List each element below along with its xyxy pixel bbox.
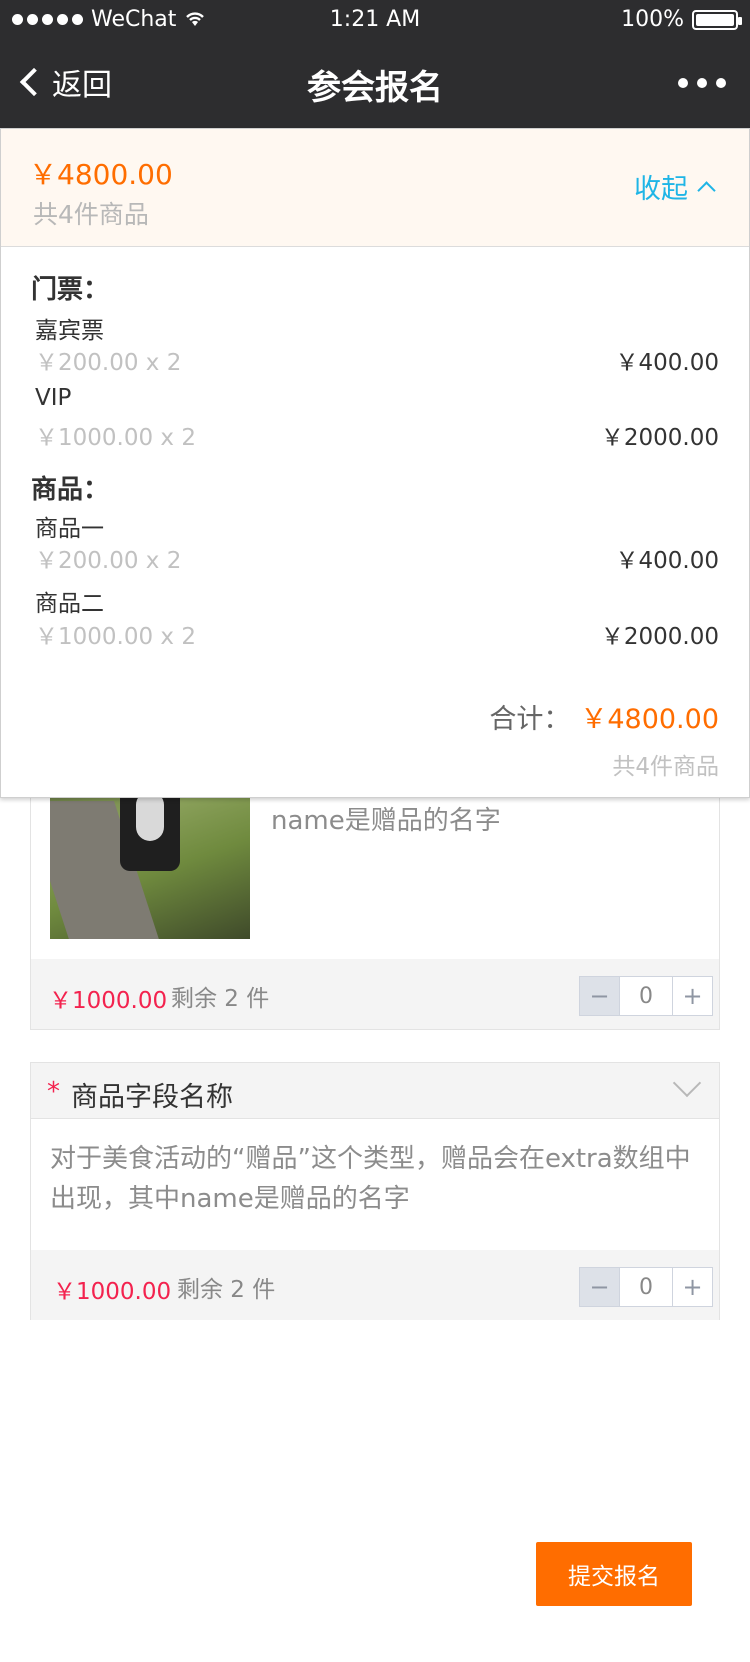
line-item-unit: ￥200.00 x 2: [35, 350, 182, 376]
chevron-up-icon: [697, 181, 716, 200]
more-dot-icon: [678, 78, 688, 88]
more-menu-button[interactable]: [678, 78, 726, 88]
product-price: ￥1000.00: [53, 1279, 172, 1305]
section-title-tickets: 门票：: [31, 275, 110, 305]
required-mark: *: [47, 1077, 60, 1107]
line-item-name: 商品二: [35, 591, 104, 617]
line-item-name: 嘉宾票: [35, 318, 104, 344]
increment-button[interactable]: +: [672, 977, 712, 1015]
page-title: 参会报名: [307, 68, 443, 108]
chevron-down-icon[interactable]: [672, 1068, 702, 1098]
order-summary-panel: ￥4800.00 共4件商品 收起 门票： 嘉宾票 ￥200.00 x 2 ￥4…: [0, 128, 750, 798]
summary-header: ￥4800.00 共4件商品 收起: [1, 129, 749, 247]
line-item-name: VIP: [35, 385, 72, 411]
product-field-title: 商品字段名称: [71, 1082, 233, 1113]
battery-fill: [696, 13, 734, 26]
line-item-subtotal: ￥2000.00: [600, 425, 719, 451]
quantity-value[interactable]: 0: [620, 1268, 672, 1306]
product-field-description: 对于美食活动的“赠品”这个类型，赠品会在extra数组中出现，其中name是赠品…: [50, 1144, 691, 1214]
navigation-bar: 返回 参会报名: [0, 40, 750, 128]
product-remaining: 剩余 2 件: [171, 986, 270, 1012]
sum-value: ￥4800.00: [580, 704, 719, 735]
product-card: 赠品会在extra数组中出现，其中name是赠品的名字 ￥1000.00 剩余 …: [30, 760, 720, 1030]
collapse-label: 收起: [634, 174, 688, 205]
product-field-header[interactable]: * 商品字段名称: [31, 1063, 719, 1119]
line-item-subtotal: ￥400.00: [615, 548, 719, 574]
line-item-subtotal: ￥400.00: [615, 350, 719, 376]
quantity-stepper: − 0 +: [579, 976, 713, 1016]
line-item-unit: ￥1000.00 x 2: [35, 624, 196, 650]
more-dot-icon: [716, 78, 726, 88]
sum-line: 合计： ￥4800.00: [489, 697, 719, 736]
sum-label: 合计：: [489, 704, 571, 735]
product-footer: ￥1000.00 剩余 2 件 − 0 +: [31, 959, 719, 1029]
product-field-footer: ￥1000.00 剩余 2 件 − 0 +: [31, 1250, 719, 1320]
product-remaining: 剩余 2 件: [177, 1277, 276, 1303]
battery-icon: [692, 9, 742, 30]
quantity-value[interactable]: 0: [620, 977, 672, 1015]
status-bar: WeChat 1:21 AM 100%: [0, 0, 750, 40]
increment-button[interactable]: +: [672, 1268, 712, 1306]
product-field-card: * 商品字段名称 对于美食活动的“赠品”这个类型，赠品会在extra数组中出现，…: [30, 1062, 720, 1320]
submit-registration-button[interactable]: 提交报名: [536, 1542, 692, 1606]
line-item-name: 商品一: [35, 516, 104, 542]
section-title-goods: 商品：: [31, 475, 110, 505]
line-item-unit: ￥200.00 x 2: [35, 548, 182, 574]
decrement-button[interactable]: −: [580, 1268, 620, 1306]
collapse-button[interactable]: 收起: [634, 167, 716, 206]
quantity-stepper: − 0 +: [579, 1267, 713, 1307]
status-right: 100%: [621, 7, 742, 32]
total-price: ￥4800.00: [29, 158, 173, 191]
product-price: ￥1000.00: [49, 988, 168, 1014]
line-item-subtotal: ￥2000.00: [600, 624, 719, 650]
decrement-button[interactable]: −: [580, 977, 620, 1015]
line-item-unit: ￥1000.00 x 2: [35, 425, 196, 451]
sum-count: 共4件商品: [612, 754, 719, 780]
total-count: 共4件商品: [33, 200, 149, 229]
battery-percent: 100%: [621, 7, 684, 32]
more-dot-icon: [697, 78, 707, 88]
